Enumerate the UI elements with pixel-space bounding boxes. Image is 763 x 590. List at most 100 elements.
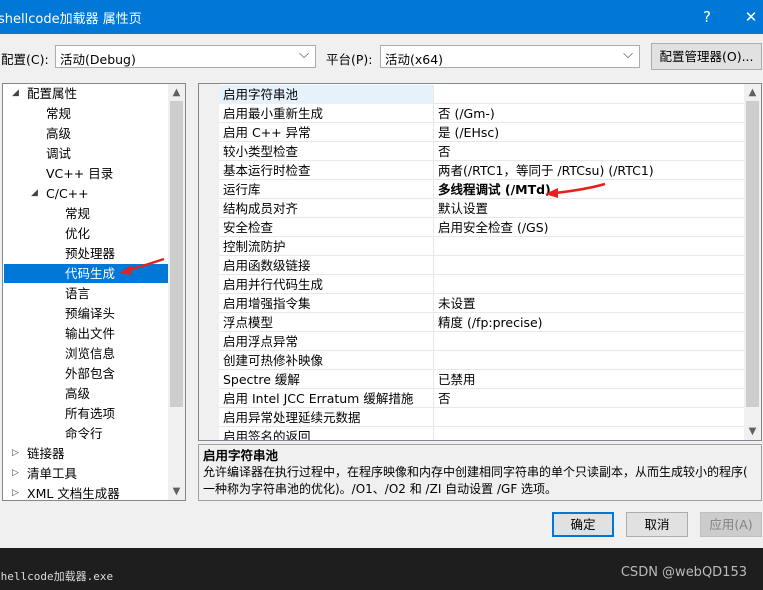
property-name: 运行库 [219,180,434,199]
tree-item-label: VC++ 目录 [46,166,114,181]
property-name: 启用 Intel JCC Erratum 缓解措施 [219,389,434,408]
property-row[interactable]: 浮点模型 精度 (/fp:precise) [219,313,746,332]
property-value[interactable] [435,332,746,351]
scroll-down-icon[interactable]: ▼ [168,483,185,500]
property-name: 启用浮点异常 [219,332,434,351]
config-combo-value: 活动(Debug) [60,52,136,67]
property-row[interactable]: 启用并行代码生成 [219,275,746,294]
property-value[interactable] [435,408,746,427]
property-row[interactable]: 结构成员对齐 默认设置 [219,199,746,218]
property-value[interactable]: 已禁用 [435,370,746,389]
property-name: 启用签名的返回 [219,427,434,440]
tree-item-label: XML 文档生成器 [27,486,120,501]
property-row[interactable]: 启用 C++ 异常是 (/EHsc) [219,123,746,142]
property-value[interactable]: 未设置 [435,294,746,313]
tree-item-label: 预处理器 [65,246,116,261]
property-row[interactable]: 启用最小重新生成否 (/Gm-) [219,104,746,123]
property-row[interactable]: 控制流防护 [219,237,746,256]
taskbar: shellcode加载器.exe CSDN @webQD153 [0,548,763,590]
property-row[interactable]: 启用 Intel JCC Erratum 缓解措施否 [219,389,746,408]
property-row[interactable]: 创建可热修补映像 [219,351,746,370]
property-value[interactable] [435,351,746,370]
property-name: Spectre 缓解 [219,370,434,389]
platform-label: 平台(P): [326,52,373,67]
property-value[interactable]: 启用安全检查 (/GS) [435,218,746,237]
platform-combo[interactable]: 活动(x64) ⌵ [380,45,640,68]
tree-item-label: 清单工具 [27,466,78,481]
scroll-thumb[interactable] [746,101,759,407]
property-name: 启用 C++ 异常 [219,123,434,142]
property-row[interactable]: 运行库 多线程调试 (/MTd) [219,180,746,199]
scroll-thumb[interactable] [170,101,183,407]
property-name: 启用最小重新生成 [219,104,434,123]
property-row[interactable]: 较小类型检查否 [219,142,746,161]
tree-item-label: 链接器 [27,446,65,461]
property-value[interactable]: 两者(/RTC1，等同于 /RTCsu) (/RTC1) [435,161,746,180]
property-row[interactable]: 启用字符串池 [219,85,746,104]
property-value[interactable] [435,427,746,440]
property-value[interactable]: 是 (/EHsc) [435,123,746,142]
property-row[interactable]: 基本运行时检查 两者(/RTC1，等同于 /RTCsu) (/RTC1) [219,161,746,180]
grid-gutter [199,84,219,440]
help-button[interactable]: ? [690,0,724,34]
property-value[interactable]: 否 [435,142,746,161]
window-title: shellcode加载器 属性页 [0,12,142,27]
property-name: 启用并行代码生成 [219,275,434,294]
property-value[interactable]: 默认设置 [435,199,746,218]
property-row[interactable]: 安全检查 启用安全检查 (/GS) [219,218,746,237]
cancel-button[interactable]: 取消 [626,512,688,537]
property-row[interactable]: Spectre 缓解 已禁用 [219,370,746,389]
property-value[interactable] [435,256,746,275]
property-name: 结构成员对齐 [219,199,434,218]
property-value[interactable]: 精度 (/fp:precise) [435,313,746,332]
tree-item-label: 预编译头 [65,306,116,321]
tree-item-label: 所有选项 [65,406,116,421]
property-name: 创建可热修补映像 [219,351,434,370]
grid-scrollbar[interactable]: ▲ ▼ [744,84,761,440]
tree-item-label: 输出文件 [65,326,116,341]
expand-arrow-icon[interactable]: ▷ [12,444,19,463]
config-combo[interactable]: 活动(Debug) ⌵ [55,45,316,68]
property-name: 启用增强指令集 [219,294,434,313]
scroll-up-icon[interactable]: ▲ [744,84,761,101]
annotation-arrow-icon [120,257,165,275]
taskbar-app-name[interactable]: shellcode加载器.exe [0,568,113,584]
tree-item-label: 命令行 [65,426,103,441]
ok-button[interactable]: 确定 [552,512,614,537]
apply-button[interactable]: 应用(A) [700,512,762,537]
collapse-arrow-icon[interactable]: ◢ [31,184,38,203]
property-tree[interactable]: ◢ 配置属性 常规 高级 调试 VC++ 目录 ◢ C/C++ 常规 优化 预处理器 代码生成 语言 预编… [2,83,186,501]
tree-item-label: C/C++ [46,186,89,201]
property-value[interactable]: 否 (/Gm-) [435,104,746,123]
expand-arrow-icon[interactable]: ▷ [12,464,19,483]
property-row[interactable]: 启用函数级链接 [219,256,746,275]
description-panel: 启用字符串池 允许编译器在执行过程中，在程序映像和内存中创建相同字符串的单个只读… [198,444,762,501]
config-manager-button[interactable]: 配置管理器(O)... [651,43,762,70]
property-row[interactable]: 启用签名的返回 [219,427,746,440]
property-value[interactable] [435,85,746,104]
property-value[interactable] [435,237,746,256]
expand-arrow-icon[interactable]: ▷ [12,484,19,500]
property-name: 浮点模型 [219,313,434,332]
tree-item-label: 外部包含 [65,366,116,381]
close-button[interactable]: ✕ [734,0,763,34]
property-value[interactable]: 否 [435,389,746,408]
tree-item-label: 优化 [65,226,91,241]
property-row[interactable]: 启用浮点异常 [219,332,746,351]
tree-item-label: 高级 [65,386,91,401]
description-line-1: 允许编译器在执行过程中，在程序映像和内存中创建相同字符串的单个只读副本，从而生成… [203,465,748,479]
tree-item-label: 浏览信息 [65,346,116,361]
scroll-up-icon[interactable]: ▲ [168,84,185,101]
property-grid[interactable]: 启用字符串池 启用最小重新生成否 (/Gm-) 启用 C++ 异常是 (/EHsc)… [198,83,762,441]
tree-item-label: 调试 [46,146,72,161]
tree-scrollbar[interactable]: ▲ ▼ [168,84,185,500]
property-row[interactable]: 启用增强指令集 未设置 [219,294,746,313]
property-value[interactable] [435,275,746,294]
scroll-down-icon[interactable]: ▼ [744,423,761,440]
property-row[interactable]: 启用异常处理延续元数据 [219,408,746,427]
property-name: 较小类型检查 [219,142,434,161]
property-name: 控制流防护 [219,237,434,256]
collapse-arrow-icon[interactable]: ◢ [12,84,19,103]
chevron-down-icon: ⌵ [623,47,633,62]
config-label: 配置(C): [1,52,49,67]
